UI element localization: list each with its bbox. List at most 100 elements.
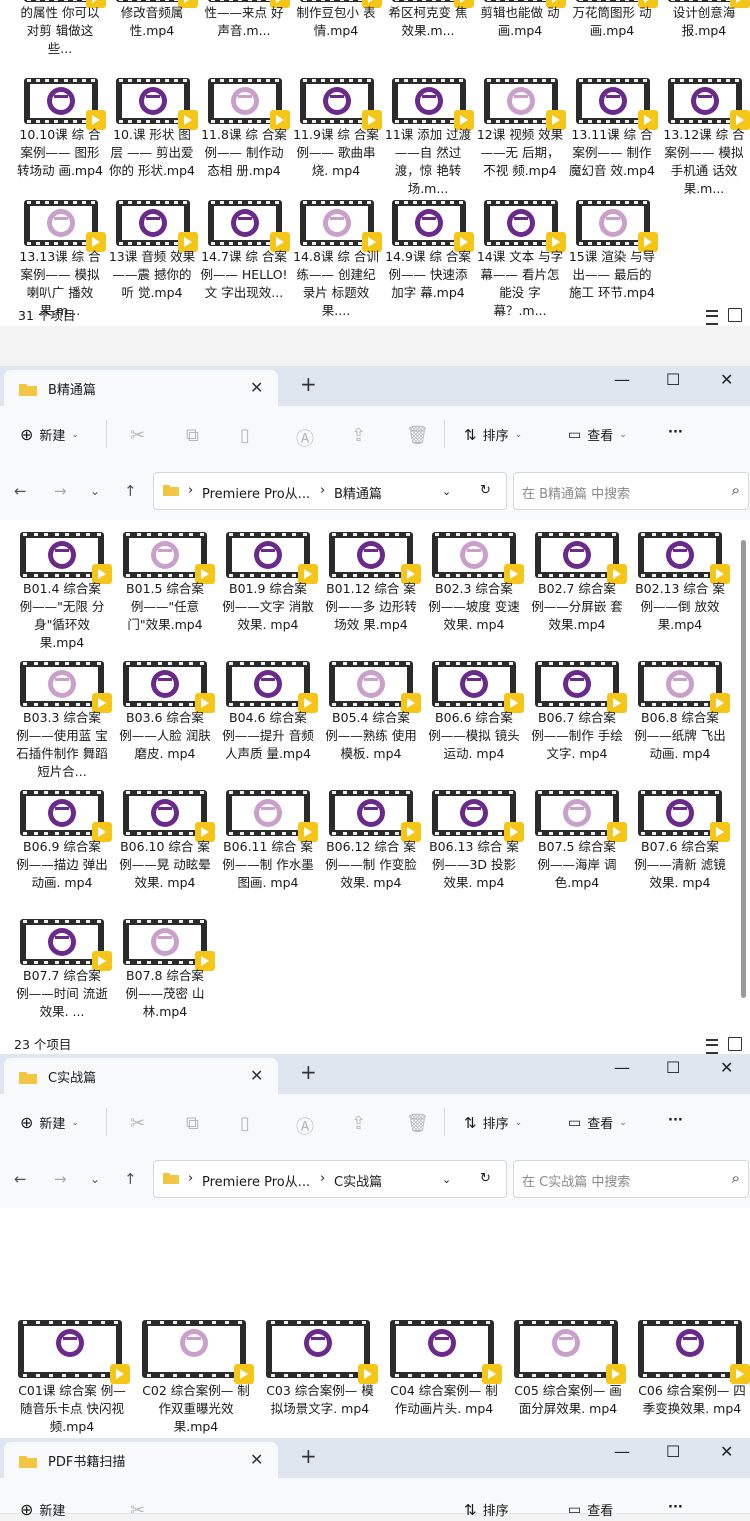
address-bar[interactable]: › Premiere Pro从... › B精通篇 ⌄ ↻: [153, 472, 507, 510]
details-view-icon[interactable]: [706, 310, 718, 325]
file-name: 14.8课 综 合训练—— 创建纪录片 标题效果....: [293, 249, 379, 318]
tab-pdf[interactable]: PDF书籍扫描 ✕: [4, 1442, 278, 1478]
search-box[interactable]: 在 B精通篇 中搜索 ⌕: [513, 472, 749, 510]
thumbnail: [535, 532, 627, 584]
close-icon[interactable]: ✕: [250, 378, 263, 397]
sort-icon: ⇅: [464, 1500, 477, 1519]
breadcrumb-root[interactable]: Premiere Pro从...: [202, 483, 310, 502]
view-button[interactable]: ▭ 查看 ⌄: [568, 1113, 627, 1133]
scissors-icon: ✂: [130, 1500, 146, 1521]
chevron-down-icon[interactable]: ⌄: [442, 1173, 451, 1186]
arrow-up-icon[interactable]: ↑: [124, 1170, 137, 1188]
tiles-view-icon[interactable]: [728, 1037, 742, 1051]
thumbnail: [24, 0, 106, 8]
video-thumbnail: [266, 1320, 370, 1378]
view-button[interactable]: ▭ 查看: [568, 1500, 613, 1520]
chevron-down-icon[interactable]: ⌄: [90, 484, 100, 498]
file-name: C02 综合案例— 制作双重曝光效 果.mp4: [142, 1383, 250, 1434]
rename-button[interactable]: Ⓐ: [296, 1113, 314, 1139]
copy-icon: ⧉: [186, 425, 199, 446]
new-tab-button[interactable]: +: [300, 372, 317, 396]
close-icon[interactable]: ✕: [250, 1066, 263, 1085]
breadcrumb-current[interactable]: B精通篇: [334, 483, 382, 502]
paste-button[interactable]: ▯: [240, 425, 250, 446]
thumbnail: [123, 661, 215, 713]
arrow-right-icon[interactable]: →: [54, 1170, 67, 1188]
address-bar[interactable]: › Premiere Pro从... › C实战篇 ⌄ ↻: [153, 1160, 507, 1198]
view-button[interactable]: ▭ 查看 ⌄: [568, 425, 627, 445]
file-name: B06.7 综合案 例——制作 手绘文字. mp4: [531, 710, 623, 761]
file-name: B06.13 综合 案例——3D 投影效果. mp4: [429, 839, 519, 890]
minimize-icon[interactable]: —: [614, 1442, 630, 1461]
play-badge-icon: [358, 1364, 378, 1384]
search-placeholder: 在 B精通篇 中搜索: [522, 487, 631, 502]
arrow-left-icon[interactable]: ←: [14, 482, 27, 500]
sort-button[interactable]: ⇅ 排序 ⌄: [464, 1113, 522, 1133]
close-icon[interactable]: ✕: [250, 1450, 263, 1469]
address-row: ← → ⌄ ↑ › Premiere Pro从... › C实战篇 ⌄ ↻ 在 …: [0, 1150, 750, 1209]
file-name: 设计创意海 报.mp4: [672, 5, 736, 38]
clipboard-icon: ▯: [240, 1113, 250, 1134]
tab-c[interactable]: C实战篇 ✕: [4, 1058, 278, 1094]
file-name: 13.11课 综 合案例—— 制作魔幻音 效.mp4: [568, 127, 655, 178]
copy-button[interactable]: ⧉: [186, 1113, 199, 1134]
refresh-icon[interactable]: ↻: [480, 1171, 491, 1186]
search-box[interactable]: 在 C实战篇 中搜索 ⌕: [513, 1160, 749, 1198]
tab-b[interactable]: B精通篇 ✕: [4, 370, 278, 406]
arrow-up-icon[interactable]: ↑: [124, 482, 137, 500]
refresh-icon[interactable]: ↻: [480, 483, 491, 498]
maximize-icon[interactable]: ☐: [666, 1058, 680, 1077]
file-grid: B01.4 综合案 例——"无限 分身"循环效 果.mp4 B01.5 综合案 例…: [0, 520, 740, 1054]
file-name: C06 综合案例— 四季变换效果. mp4: [638, 1383, 746, 1416]
more-button[interactable]: ···: [668, 425, 683, 440]
sort-button[interactable]: ⇅ 排序: [464, 1500, 509, 1520]
ellipsis-icon: ···: [668, 425, 683, 440]
chevron-down-icon[interactable]: ⌄: [442, 485, 451, 498]
file-name: B01.9 综合案 例——文字 消散效果. mp4: [222, 581, 314, 632]
arrow-left-icon[interactable]: ←: [14, 1170, 27, 1188]
copy-button[interactable]: ⧉: [186, 425, 199, 446]
minimize-icon[interactable]: —: [614, 370, 630, 389]
more-button[interactable]: ···: [668, 1113, 683, 1128]
tab-title: PDF书籍扫描: [48, 1455, 126, 1470]
close-window-icon[interactable]: ✕: [720, 1442, 733, 1461]
breadcrumb-current[interactable]: C实战篇: [334, 1171, 382, 1190]
view-icon: ▭: [568, 1114, 582, 1131]
thumbnail: [535, 790, 627, 842]
share-button[interactable]: ⇪: [351, 1113, 366, 1134]
details-view-icon[interactable]: [706, 1039, 718, 1054]
delete-button[interactable]: 🗑: [406, 425, 429, 446]
scissors-icon: ✂: [130, 1113, 146, 1134]
cut-button[interactable]: ✂: [130, 1500, 145, 1521]
sort-button[interactable]: ⇅ 排序 ⌄: [464, 425, 522, 445]
file-name: 11课 添加 过渡——自 然过渡，惊 艳转场.m...: [384, 127, 472, 196]
new-button[interactable]: ⊕ 新建 ⌄: [20, 425, 79, 444]
new-button[interactable]: ⊕ 新建: [20, 1500, 65, 1519]
share-button[interactable]: ⇪: [351, 425, 366, 446]
scrollbar[interactable]: [741, 540, 746, 998]
cut-button[interactable]: ✂: [130, 425, 145, 446]
maximize-icon[interactable]: ☐: [666, 370, 680, 389]
tiles-view-icon[interactable]: [728, 308, 742, 322]
close-window-icon[interactable]: ✕: [720, 370, 733, 389]
close-window-icon[interactable]: ✕: [720, 1058, 733, 1077]
item-count: 31 个项目: [18, 308, 76, 323]
maximize-icon[interactable]: ☐: [666, 1442, 680, 1461]
thumbnail: [226, 661, 318, 713]
cut-button[interactable]: ✂: [130, 1113, 145, 1134]
new-tab-button[interactable]: +: [300, 1444, 317, 1468]
minimize-icon[interactable]: —: [614, 1058, 630, 1077]
paste-button[interactable]: ▯: [240, 1113, 250, 1134]
new-button[interactable]: ⊕ 新建 ⌄: [20, 1113, 79, 1132]
delete-button[interactable]: 🗑: [406, 1113, 429, 1134]
title-bar: B精通篇 ✕ + — ☐ ✕: [0, 366, 750, 406]
arrow-right-icon[interactable]: →: [54, 482, 67, 500]
thumbnail: [226, 790, 318, 842]
file-name: 制作豆包小 表情.mp4: [296, 5, 376, 38]
chevron-down-icon[interactable]: ⌄: [90, 1172, 100, 1186]
new-tab-button[interactable]: +: [300, 1060, 317, 1084]
command-bar: ⊕ 新建 ✂ ⇅ 排序 ▭ 查看 ···: [0, 1478, 750, 1521]
thumbnail: [638, 661, 730, 713]
rename-button[interactable]: Ⓐ: [296, 425, 314, 451]
breadcrumb-root[interactable]: Premiere Pro从...: [202, 1171, 310, 1190]
